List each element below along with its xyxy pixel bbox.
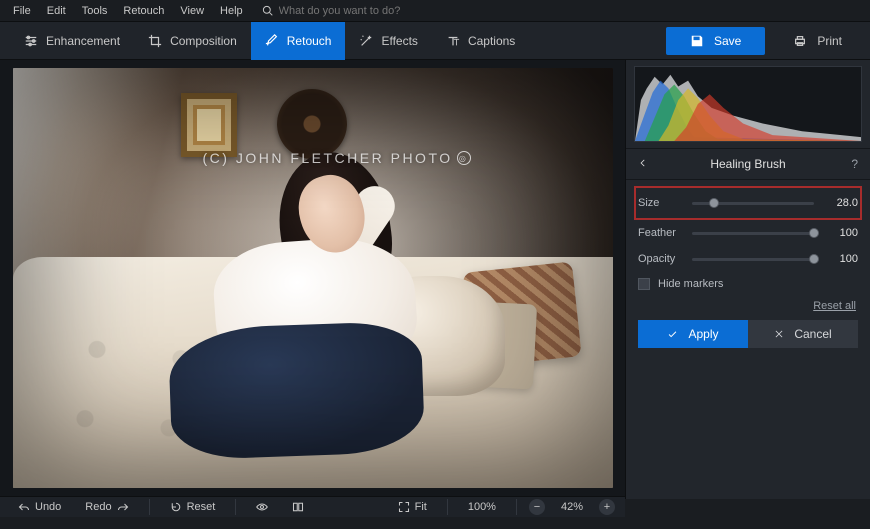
canvas-area: (C) JOHN FLETCHER PHOTO◎ Undo Redo Reset xyxy=(0,60,625,499)
reset-all-link[interactable]: Reset all xyxy=(640,300,856,312)
main-area: (C) JOHN FLETCHER PHOTO◎ Undo Redo Reset xyxy=(0,60,870,499)
tab-composition[interactable]: Composition xyxy=(134,22,251,60)
tab-retouch[interactable]: Retouch xyxy=(251,22,346,60)
watermark: (C) JOHN FLETCHER PHOTO◎ xyxy=(203,150,471,166)
zoom-out-button[interactable]: − xyxy=(529,499,545,515)
tab-label: Enhancement xyxy=(46,34,120,48)
slider-opacity: Opacity 100 xyxy=(638,246,858,272)
reset-button[interactable]: Reset xyxy=(162,497,224,517)
fit-icon xyxy=(398,501,410,513)
fit-label: Fit xyxy=(415,501,427,513)
zoom-in-button[interactable]: + xyxy=(599,499,615,515)
toolbar: Enhancement Composition Retouch Effects … xyxy=(0,22,870,60)
tab-captions[interactable]: Captions xyxy=(432,22,529,60)
undo-icon xyxy=(18,501,30,513)
cancel-button[interactable]: Cancel xyxy=(748,320,858,348)
undo-button[interactable]: Undo xyxy=(10,497,69,517)
canvas[interactable]: (C) JOHN FLETCHER PHOTO◎ xyxy=(0,60,625,496)
tab-label: Effects xyxy=(381,34,417,48)
chevron-left-icon xyxy=(638,158,648,168)
photo: (C) JOHN FLETCHER PHOTO◎ xyxy=(13,68,613,488)
menu-help[interactable]: Help xyxy=(213,2,250,20)
slider-track[interactable] xyxy=(692,202,814,205)
bottom-bar: Undo Redo Reset Fit xyxy=(0,496,625,517)
slider-thumb[interactable] xyxy=(709,198,719,208)
menubar: File Edit Tools Retouch View Help xyxy=(0,0,870,22)
reset-label: Reset xyxy=(187,501,216,513)
reset-icon xyxy=(170,501,182,513)
search-wrap xyxy=(262,5,864,17)
slider-feather: Feather 100 xyxy=(638,220,858,246)
search-input[interactable] xyxy=(279,5,864,17)
slider-value[interactable]: 100 xyxy=(824,253,858,265)
undo-label: Undo xyxy=(35,501,61,513)
brush-icon xyxy=(265,34,279,48)
eye-icon xyxy=(256,501,268,513)
apply-button[interactable]: Apply xyxy=(638,320,748,348)
slider-label: Opacity xyxy=(638,253,682,265)
hide-markers-label: Hide markers xyxy=(658,278,723,290)
back-button[interactable] xyxy=(638,157,652,171)
print-icon xyxy=(793,34,807,48)
print-button[interactable]: Print xyxy=(775,27,860,55)
action-row: Apply Cancel xyxy=(638,320,858,348)
slider-thumb[interactable] xyxy=(809,254,819,264)
save-label: Save xyxy=(714,34,741,48)
histogram[interactable] xyxy=(634,66,862,142)
tab-effects[interactable]: Effects xyxy=(345,22,431,60)
zoom-main[interactable]: 100% xyxy=(460,497,504,517)
close-icon xyxy=(774,329,784,339)
menu-retouch[interactable]: Retouch xyxy=(116,2,171,20)
tab-enhancement[interactable]: Enhancement xyxy=(10,22,134,60)
tab-label: Composition xyxy=(170,34,237,48)
panel-body: Size 28.0 Feather 100 Opacity 100 Hide m… xyxy=(626,180,870,354)
hide-markers-row[interactable]: Hide markers xyxy=(638,278,858,290)
cancel-label: Cancel xyxy=(794,327,831,341)
tab-label: Retouch xyxy=(287,34,332,48)
slider-value[interactable]: 28.0 xyxy=(824,197,858,209)
apply-label: Apply xyxy=(688,327,718,341)
redo-icon xyxy=(117,501,129,513)
preview-toggle[interactable] xyxy=(248,497,276,517)
search-icon xyxy=(262,5,273,16)
save-button[interactable]: Save xyxy=(666,27,765,55)
menu-file[interactable]: File xyxy=(6,2,38,20)
slider-size: Size 28.0 xyxy=(638,190,858,216)
slider-label: Feather xyxy=(638,227,682,239)
menu-view[interactable]: View xyxy=(173,2,211,20)
slider-label: Size xyxy=(638,197,682,209)
histogram-graph xyxy=(635,67,861,141)
menu-edit[interactable]: Edit xyxy=(40,2,73,20)
print-label: Print xyxy=(817,34,842,48)
compare-toggle[interactable] xyxy=(284,497,312,517)
fit-button[interactable]: Fit xyxy=(390,497,435,517)
slider-thumb[interactable] xyxy=(809,228,819,238)
help-button[interactable]: ? xyxy=(844,157,858,171)
sliders-icon xyxy=(24,34,38,48)
side-panel: Healing Brush ? Size 28.0 Feather 100 Op… xyxy=(625,60,870,499)
panel-title: Healing Brush xyxy=(710,157,785,171)
check-icon xyxy=(667,329,678,340)
slider-value[interactable]: 100 xyxy=(824,227,858,239)
wand-icon xyxy=(359,34,373,48)
tab-label: Captions xyxy=(468,34,515,48)
compare-icon xyxy=(292,501,304,513)
save-icon xyxy=(690,34,704,48)
redo-button[interactable]: Redo xyxy=(77,497,136,517)
menu-tools[interactable]: Tools xyxy=(75,2,115,20)
slider-track[interactable] xyxy=(692,232,814,235)
zoom-secondary[interactable]: 42% xyxy=(553,497,591,517)
panel-header: Healing Brush ? xyxy=(626,148,870,180)
text-icon xyxy=(446,34,460,48)
slider-track[interactable] xyxy=(692,258,814,261)
hide-markers-checkbox[interactable] xyxy=(638,278,650,290)
redo-label: Redo xyxy=(85,501,111,513)
crop-icon xyxy=(148,34,162,48)
